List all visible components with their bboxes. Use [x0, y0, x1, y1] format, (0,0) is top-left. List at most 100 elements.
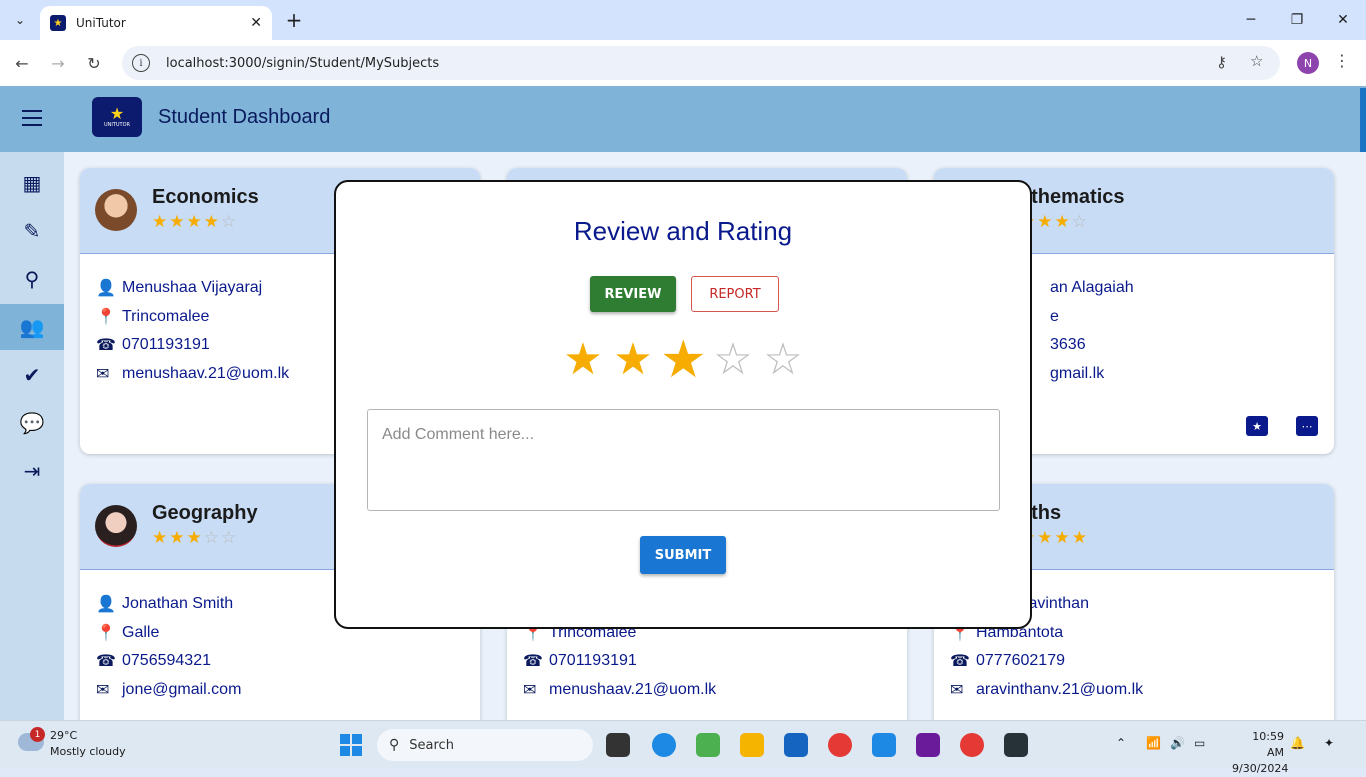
tab-search-dropdown-icon[interactable]: ⌄ — [8, 8, 32, 32]
clock-date: 9/30/2024 — [1232, 762, 1289, 775]
taskbar-search[interactable]: ⚲ Search — [377, 729, 593, 761]
windows-taskbar: 1 29°C Mostly cloudy ⚲ Search ⌃ 📶 🔊 ▭ 10… — [0, 720, 1366, 775]
clock-time: 10:59 AM — [1252, 730, 1284, 759]
search-icon: ⚲ — [24, 267, 40, 291]
person-icon: 👤 — [96, 596, 116, 614]
task-view-icon[interactable] — [606, 733, 630, 757]
system-clock[interactable]: 10:59 AM 9/30/2024 — [1232, 729, 1289, 777]
sidebar-item-edit[interactable]: ✎ — [0, 208, 64, 254]
tutor-email: gmail.lk — [1050, 364, 1105, 382]
sidebar-item-messages[interactable]: 💬 — [0, 400, 64, 446]
back-icon[interactable]: ← — [10, 51, 34, 75]
weather-badge: 1 — [30, 727, 45, 742]
person-icon: 👤 — [96, 280, 116, 298]
group-icon: 👥 — [19, 315, 45, 339]
battery-icon[interactable]: ▭ — [1194, 736, 1205, 750]
url-text: localhost:3000/signin/Student/MySubjects — [166, 55, 440, 71]
message-icon[interactable]: ⋯ — [1296, 416, 1318, 436]
mail-icon: ✉ — [950, 681, 964, 699]
close-tab-icon[interactable]: ✕ — [250, 15, 262, 31]
new-tab-icon[interactable]: + — [282, 8, 306, 32]
sidebar: ▦ ✎ ⚲ 👥 ✔ 💬 ⇥ — [0, 152, 64, 720]
edge-icon[interactable] — [652, 733, 676, 757]
pencil-icon: ✎ — [23, 219, 41, 243]
wifi-icon[interactable]: 📶 — [1146, 736, 1161, 750]
logout-icon: ⇥ — [23, 459, 41, 483]
browser-menu-icon[interactable]: ⋮ — [1334, 51, 1350, 70]
browser-tab-strip: ⌄ ★ UniTutor ✕ + ─ ❐ ✕ — [0, 0, 1366, 40]
copilot-icon[interactable]: ✦ — [1324, 736, 1334, 750]
tutor-email: menushaav.21@uom.lk — [549, 680, 717, 698]
tutor-phone: 0777602179 — [976, 652, 1065, 670]
star-rating-input[interactable]: ★ ★ ★ ☆ ☆ — [560, 332, 806, 388]
subject-title: Economics — [152, 186, 259, 208]
profile-avatar[interactable]: N — [1297, 52, 1319, 74]
location-icon: 📍 — [96, 624, 116, 642]
sidebar-item-dashboard[interactable]: ▦ — [0, 160, 64, 206]
chrome-icon[interactable] — [828, 733, 852, 757]
tab-title: UniTutor — [76, 16, 126, 30]
windows-start-icon[interactable] — [340, 734, 362, 756]
unitutor-favicon-icon: ★ — [50, 15, 66, 31]
password-key-icon[interactable]: ⚷ — [1216, 53, 1227, 71]
rating-stars: ★★★★☆ — [152, 212, 239, 232]
weather-condition[interactable]: Mostly cloudy — [50, 745, 126, 758]
rate-review-icon[interactable]: ★ — [1246, 416, 1268, 436]
submit-button[interactable]: SUBMIT — [640, 536, 726, 574]
minimize-icon[interactable]: ─ — [1236, 8, 1266, 32]
location-icon: 📍 — [96, 308, 116, 326]
sidebar-item-tasks[interactable]: ✔ — [0, 352, 64, 398]
tutor-phone: 3636 — [1050, 336, 1086, 354]
scrollbar[interactable] — [1360, 88, 1366, 152]
sidebar-item-search[interactable]: ⚲ — [0, 256, 64, 302]
browser-tab[interactable]: ★ UniTutor ✕ — [40, 6, 272, 40]
tutor-phone: 0701193191 — [122, 336, 210, 354]
site-info-icon[interactable]: i — [132, 54, 150, 72]
dashboard-icon: ▦ — [22, 171, 42, 195]
notification-bell-icon[interactable]: 🔔 — [1290, 736, 1305, 750]
avatar — [95, 505, 137, 547]
tutor-phone: 0756594321 — [122, 652, 211, 670]
bookmark-star-icon[interactable]: ☆ — [1250, 52, 1263, 70]
sidebar-item-tutors[interactable]: 👥 — [0, 304, 64, 350]
avatar — [95, 189, 137, 231]
mail-icon: ✉ — [523, 681, 537, 699]
rating-stars: ★★★☆☆ — [152, 528, 239, 548]
address-bar[interactable]: i localhost:3000/signin/Student/MySubjec… — [122, 46, 1280, 80]
phone-icon: ☎ — [523, 653, 543, 671]
chevron-up-icon[interactable]: ⌃ — [1116, 736, 1126, 750]
mail-icon: ✉ — [96, 681, 110, 699]
star-2-icon[interactable]: ★ — [610, 332, 656, 388]
close-window-icon[interactable]: ✕ — [1328, 8, 1358, 32]
comment-input[interactable]: Add Comment here... — [367, 409, 1000, 511]
microsoft-store-icon[interactable] — [784, 733, 808, 757]
vscode-icon[interactable] — [872, 733, 896, 757]
tutor-email: aravinthanv.21@uom.lk — [976, 680, 1144, 698]
temperature[interactable]: 29°C — [50, 729, 77, 742]
subject-title: athematics — [1020, 186, 1125, 208]
add-task-icon: ✔ — [23, 363, 41, 387]
tutor-name: Jonathan Smith — [122, 595, 234, 613]
phone-icon: ☎ — [950, 653, 970, 671]
tutor-location: e — [1050, 307, 1059, 325]
file-explorer-icon[interactable] — [740, 733, 764, 757]
report-button[interactable]: REPORT — [691, 276, 779, 312]
star-4-icon[interactable]: ☆ — [710, 332, 756, 388]
visual-studio-icon[interactable] — [916, 733, 940, 757]
search-label: Search — [409, 737, 454, 753]
forward-icon[interactable]: → — [46, 51, 70, 75]
terminal-icon[interactable] — [1004, 733, 1028, 757]
hamburger-menu-icon[interactable] — [22, 110, 42, 126]
snipping-tool-icon[interactable] — [696, 733, 720, 757]
phone-icon: ☎ — [96, 653, 116, 671]
mail-icon: ✉ — [96, 365, 110, 383]
star-1-icon[interactable]: ★ — [560, 332, 606, 388]
volume-icon[interactable]: 🔊 — [1170, 736, 1185, 750]
star-5-icon[interactable]: ☆ — [760, 332, 806, 388]
star-3-icon[interactable]: ★ — [660, 332, 707, 388]
sidebar-item-logout[interactable]: ⇥ — [0, 448, 64, 494]
review-button[interactable]: REVIEW — [590, 276, 676, 312]
reload-icon[interactable]: ↻ — [82, 51, 106, 75]
chrome-profile-icon[interactable] — [960, 733, 984, 757]
restore-icon[interactable]: ❐ — [1282, 8, 1312, 32]
